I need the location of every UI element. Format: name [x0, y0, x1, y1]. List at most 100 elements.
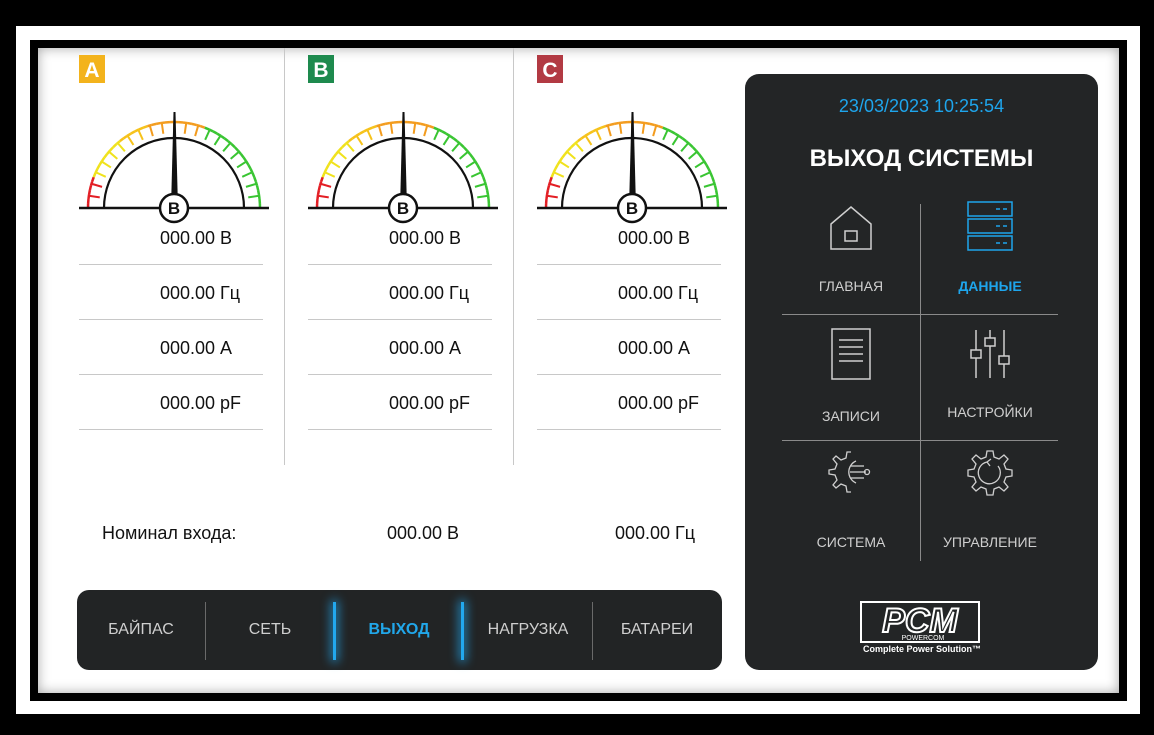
gauge-tick [137, 129, 144, 141]
nav-batteries-button[interactable]: БАТАРЕИ [593, 590, 721, 670]
gauge-scale-arc [609, 122, 615, 127]
gauge-scale-arc [429, 125, 435, 129]
gauge-scale-arc [338, 146, 344, 152]
gauge-tick [389, 122, 394, 134]
gauge-scale-arc [670, 130, 676, 135]
nav-bypass-button[interactable]: БАЙПАС [77, 590, 205, 670]
gauge-tick [160, 122, 165, 134]
tile-system[interactable]: СИСТЕМА [782, 446, 920, 564]
tile-records-label: ЗАПИСИ [822, 408, 880, 424]
gauge-scale-arc [471, 156, 477, 162]
tile-records[interactable]: ЗАПИСИ [782, 322, 920, 440]
gauge-tick [566, 150, 576, 160]
gauge-scale-arc [549, 176, 553, 182]
nav-load-button[interactable]: НАГРУЗКА [464, 590, 592, 670]
nav-output-button[interactable]: ВЫХОД [336, 590, 462, 670]
tile-settings[interactable]: НАСТРОЙКИ [921, 322, 1059, 440]
gauge-tick [549, 182, 561, 188]
gauge-scale-arc [714, 189, 719, 195]
gauge-scale-arc [341, 143, 347, 149]
gauge-tick [236, 160, 247, 169]
nominal-frequency-value: 000.00 Гц [615, 523, 696, 543]
gauge-tick [652, 125, 658, 137]
gauge-scale-arc [138, 126, 144, 131]
gauge-scale-arc [348, 137, 354, 143]
phase-b-current-row: 000.00 А [308, 320, 492, 375]
gauge-tick [553, 171, 565, 178]
column-divider [284, 48, 285, 465]
nav-mains-button[interactable]: СЕТЬ [206, 590, 334, 670]
gauge-tick [694, 160, 705, 169]
phase-b-pf-row: 000.00 pF [308, 375, 492, 430]
phase-c-badge: C [537, 55, 563, 83]
gauge-tick [671, 135, 680, 146]
gauge-scale-arc [100, 156, 106, 162]
tile-control-label: УПРАВЛЕНИЕ [943, 534, 1037, 550]
gauge-tick [618, 122, 623, 134]
gauge-tick [194, 125, 200, 137]
gauge-tick [88, 194, 100, 199]
phase-c-pf-row: 000.00 pF [537, 375, 721, 430]
gauge-tick [330, 160, 341, 169]
gauge-scale-arc [545, 189, 550, 195]
gauge-scale-arc [480, 172, 485, 178]
gauge-scale-arc [371, 125, 377, 129]
gauge-scale-arc [204, 126, 210, 131]
gauge-scale-arc [711, 176, 715, 182]
gauge-tick [680, 142, 690, 152]
page-title: ВЫХОД СИСТЕМЫ [809, 145, 1034, 172]
gauge-scale-arc [155, 121, 161, 126]
datetime-display: 23/03/2023 10:25:54 [838, 96, 1005, 116]
gauge-scale-arc [485, 189, 490, 195]
gauge-scale-arc [577, 137, 583, 143]
gauge-scale-arc [476, 164, 481, 170]
gauge-tick [470, 171, 482, 178]
gauge-scale-arc [130, 130, 136, 135]
gauge-scale-arc [561, 153, 567, 159]
gauge-scale-arc [367, 126, 373, 131]
gauge-scale-arc [223, 137, 229, 143]
tile-data[interactable]: ДАННЫЕ [921, 196, 1059, 314]
gauge-scale-arc [325, 164, 330, 170]
gauge-scale-arc [567, 146, 573, 152]
gauge-scale-arc [320, 176, 324, 182]
gauge-scale-arc [253, 176, 257, 182]
gauge-scale-arc [482, 176, 486, 182]
powercom-logo: PCM POWERCOM Complete Power Solution™ [857, 600, 987, 658]
tile-control[interactable]: УПРАВЛЕНИЕ [921, 446, 1059, 564]
gauge-tick [451, 142, 461, 152]
gauge-scale-arc [645, 121, 651, 126]
gauge-scale-arc [316, 189, 321, 195]
tile-home-label: ГЛАВНАЯ [818, 278, 884, 294]
phase-b-frequency-row: 000.00 Гц [308, 265, 492, 320]
gauge-scale-arc [546, 185, 551, 191]
phase-a-voltage-gauge: B [79, 112, 269, 224]
hmi-screen: A B 000.00 В 000.00 Гц 000.00 А 000.00 pF B … [38, 48, 1119, 693]
sliders-icon [970, 330, 1010, 378]
gauge-tick [377, 125, 383, 137]
gauge-scale-arc [452, 137, 458, 143]
gauge-tick [474, 182, 486, 188]
gauge-tick [91, 182, 103, 188]
gauge-tick [320, 182, 332, 188]
phase-c-frequency-row: 000.00 Гц [537, 265, 721, 320]
gauge-scale-arc [658, 125, 664, 129]
gauge-tick [108, 150, 118, 160]
gauge-scale-arc [88, 185, 93, 191]
gauge-scale-arc [233, 146, 239, 152]
svg-text:POWERCOM: POWERCOM [902, 635, 945, 642]
gauge-scale-arc [191, 122, 197, 127]
tile-home[interactable]: ГЛАВНАЯ [782, 196, 920, 314]
phase-b-column: B B 000.00 В 000.00 Гц 000.00 А 000.00 pF [308, 55, 536, 485]
gauge-tick [703, 182, 715, 188]
gauge-tick [423, 125, 429, 137]
gauge-scale-arc [416, 121, 422, 126]
gauge-scale-arc [570, 143, 576, 149]
control-gear-icon [967, 450, 1013, 496]
gauge-scale-arc [329, 156, 335, 162]
nominal-voltage-value: 000.00 В [387, 523, 460, 543]
gauge-scale-arc [441, 130, 447, 135]
gauge-scale-arc [713, 185, 718, 191]
gauge-scale-arc [384, 121, 390, 126]
gauge-scale-arc [239, 153, 245, 159]
